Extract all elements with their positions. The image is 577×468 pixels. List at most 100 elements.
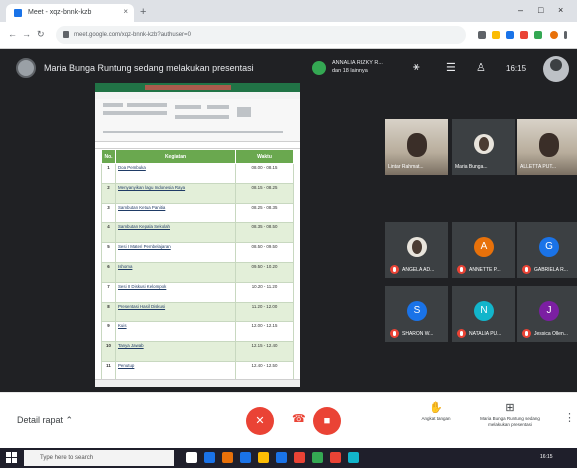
ribbon-control <box>103 103 123 107</box>
meeting-details-button[interactable]: Detail rapat ⌃ <box>17 415 73 426</box>
cell-waktu: 12.00 - 12.15 <box>235 321 294 343</box>
reload-button[interactable]: ↻ <box>37 29 45 40</box>
table-row: 1 Doa Pembuka 08.00 - 08.15 <box>101 163 294 184</box>
taskbar-clock: 16:15 <box>540 454 553 460</box>
table-row: 9 Kuis 12.00 - 12.15 <box>101 321 294 343</box>
excel-ribbon-tabs <box>95 92 300 99</box>
participant-avatar: S <box>407 301 427 321</box>
table-row: 10 Tanya Jawab 12.15 - 12.40 <box>101 341 294 362</box>
participant-tile[interactable]: A ANNETTE P... <box>452 222 515 278</box>
cell-kegiatan: Ishoma <box>115 261 236 283</box>
cell-waktu: 08.00 - 08.15 <box>235 163 294 184</box>
extension-icon[interactable] <box>506 31 514 39</box>
meet-favicon-icon <box>14 9 22 17</box>
header-waktu: Waktu <box>235 149 294 164</box>
camera-off-button[interactable]: ■ <box>313 407 341 435</box>
meeting-details-label: Detail rapat <box>17 415 64 425</box>
cell-kegiatan: Sesi II Diskusi Kelompok <box>115 281 236 303</box>
browser-menu-icon[interactable] <box>564 31 567 39</box>
schedule-table: No. Kegiatan Waktu 1 Doa Pembuka 08.00 - 0… <box>101 149 294 387</box>
layout-icon[interactable]: ⚹ <box>413 61 420 74</box>
presenting-label: Maria Bunga Runtung sedang melakukan pre… <box>480 416 540 427</box>
browser-chrome: Meet - xqz-bnnk-kzb × + – □ × ← → ↻ meet… <box>0 0 577 49</box>
chrome-icon[interactable] <box>222 452 233 463</box>
excel-icon[interactable] <box>312 452 323 463</box>
store-icon[interactable] <box>240 452 251 463</box>
participant-tile[interactable]: ANGELA AD... <box>385 222 448 278</box>
chat-icon[interactable]: ☰ <box>446 61 456 74</box>
hang-up-icon[interactable]: ☎ <box>292 412 306 425</box>
maximize-button[interactable]: □ <box>538 5 543 15</box>
ribbon-control <box>103 111 167 115</box>
taskbar-search-input[interactable]: Type here to search <box>24 450 174 466</box>
participant-name: NATALIA PU... <box>469 331 502 337</box>
app-icon[interactable] <box>348 452 359 463</box>
extension-icon[interactable] <box>534 31 542 39</box>
ribbon-divider <box>103 131 283 133</box>
tab-close-icon[interactable]: × <box>123 7 128 16</box>
window-close-button[interactable]: × <box>558 5 563 15</box>
people-icon[interactable]: ♙ <box>476 61 486 74</box>
raise-hand-label: Angkat tangan <box>421 416 451 421</box>
participant-tile[interactable]: Lintar Rahmat... <box>385 119 448 175</box>
participant-tile[interactable]: N NATALIA PU... <box>452 286 515 342</box>
cell-waktu: 08.15 - 08.25 <box>235 182 294 204</box>
meeting-controls: Detail rapat ⌃ ✕ ☎ ■ ✋ Angkat tangan ⊞ M… <box>0 392 577 448</box>
back-button[interactable]: ← <box>8 29 17 39</box>
participant-tile[interactable]: S SHARON W... <box>385 286 448 342</box>
extension-icon[interactable] <box>520 31 528 39</box>
header-no: No. <box>101 149 116 164</box>
chevron-up-icon: ⌃ <box>65 415 74 425</box>
table-row: 7 Sesi II Diskusi Kelompok 10.20 - 11.20 <box>101 281 294 303</box>
participant-tile[interactable]: Maria Bunga... <box>452 119 515 175</box>
presenting-button[interactable]: ⊞ Maria Bunga Runtung sedang melakukan p… <box>470 401 550 428</box>
tab-title: Meet - xqz-bnnk-kzb <box>28 9 92 16</box>
presenter-title: Maria Bunga Runtung sedang melakukan pre… <box>44 63 254 73</box>
camera-icon[interactable] <box>478 31 486 39</box>
profile-avatar[interactable] <box>550 31 558 39</box>
sheet-tabs-bar <box>95 379 300 387</box>
edge-icon[interactable] <box>204 452 215 463</box>
browser-tab[interactable]: Meet - xqz-bnnk-kzb × <box>6 4 134 22</box>
cell-kegiatan: Presentasi Hasil Diskusi <box>115 301 236 323</box>
participant-tile[interactable]: ALLETTA PUT... <box>517 119 577 175</box>
mic-muted-icon <box>522 265 531 274</box>
cell-kegiatan: Sambutan Ketua Panitia <box>115 202 236 224</box>
mic-off-button[interactable]: ✕ <box>246 407 274 435</box>
powerpoint-icon[interactable] <box>294 452 305 463</box>
address-bar: ← → ↻ meet.google.com/xqz-bnnk-kzb?authu… <box>0 22 577 49</box>
mic-muted-icon <box>390 329 399 338</box>
shared-screen: No. Kegiatan Waktu 1 Doa Pembuka 08.00 - 0… <box>95 83 300 387</box>
url-input[interactable]: meet.google.com/xqz-bnnk-kzb?authuser=0 <box>56 26 466 44</box>
more-options-icon[interactable]: ⋮ <box>564 411 575 424</box>
mic-muted-icon <box>390 265 399 274</box>
forward-button[interactable]: → <box>22 29 31 39</box>
minimize-button[interactable]: – <box>518 5 523 15</box>
participant-name: ANNETTE P... <box>469 267 501 273</box>
table-row: 3 Sambutan Ketua Panitia 08.25 - 08.35 <box>101 202 294 224</box>
task-view-icon[interactable] <box>186 452 197 463</box>
cell-no: 9 <box>101 321 116 343</box>
participant-tile[interactable]: J Jessica Ollen... <box>517 286 577 342</box>
new-tab-button[interactable]: + <box>140 6 146 18</box>
meet-stage: Maria Bunga Runtung sedang melakukan pre… <box>0 49 577 392</box>
participant-name: Jessica Ollen... <box>534 331 568 337</box>
cell-waktu: 08.35 - 08.50 <box>235 222 294 244</box>
cell-no: 5 <box>101 242 116 263</box>
windows-start-icon[interactable] <box>6 452 17 463</box>
raise-hand-button[interactable]: ✋ Angkat tangan <box>396 401 476 422</box>
table-row: 2 Menyanyikan lagu Indonesia Raya 08.15 - … <box>101 182 294 204</box>
participants-chip[interactable]: ANNALIA RIZKY R... dan 18 lainnya <box>312 57 398 83</box>
ribbon-control <box>127 103 167 107</box>
participant-name: ANGELA AD... <box>402 267 435 273</box>
participant-tile[interactable]: G GABRIELA R... <box>517 222 577 278</box>
tab-bar: Meet - xqz-bnnk-kzb × + – □ × <box>0 0 577 22</box>
word-icon[interactable] <box>276 452 287 463</box>
presenter-avatar <box>16 58 36 78</box>
folder-icon[interactable] <box>258 452 269 463</box>
self-view-avatar[interactable] <box>543 56 569 82</box>
present-screen-icon: ⊞ <box>505 402 515 414</box>
app-icon[interactable] <box>330 452 341 463</box>
cell-kegiatan: Menyanyikan lagu Indonesia Raya <box>115 182 236 204</box>
star-icon[interactable] <box>492 31 500 39</box>
